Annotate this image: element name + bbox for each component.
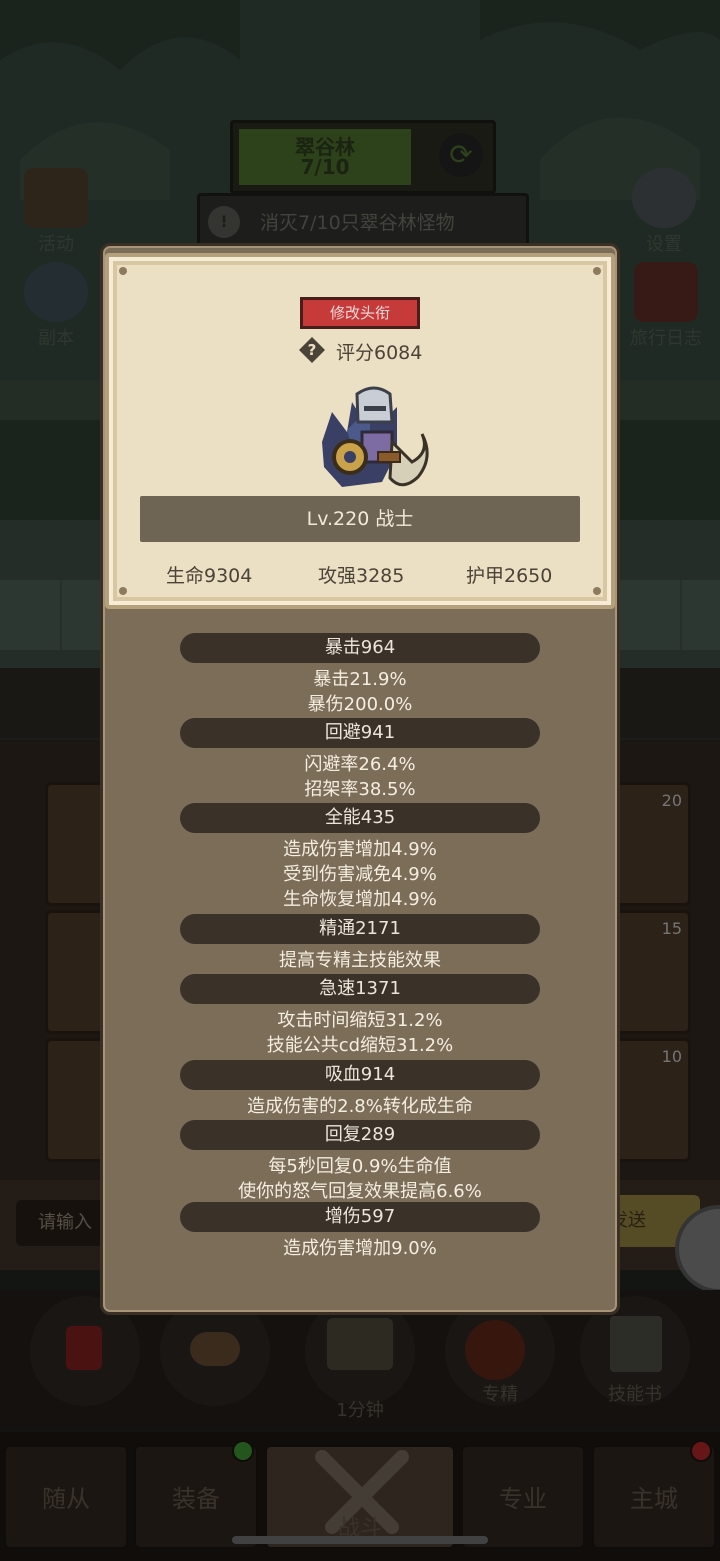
stat-detail: 每5秒回复0.9%生命值: [268, 1156, 452, 1177]
stat-group-versatility: 全能435: [180, 803, 540, 833]
warrior-avatar: [322, 386, 429, 487]
rivet: [593, 267, 601, 275]
stat-detail: 造成伤害增加4.9%: [283, 839, 437, 860]
svg-text:?: ?: [308, 341, 317, 359]
stat-detail: 暴击21.9%: [313, 669, 407, 690]
stat-detail: 使你的怒气回复效果提高6.6%: [238, 1181, 482, 1202]
stat-detail: 攻击时间缩短31.2%: [277, 1010, 443, 1031]
stat-group-avoidance: 回避941: [180, 718, 540, 748]
stat-group-mastery: 精通2171: [180, 914, 540, 944]
stat-attack-power: 攻强3285: [318, 565, 405, 587]
help-icon[interactable]: ?: [298, 336, 326, 364]
rivet: [119, 267, 127, 275]
stat-detail: 技能公共cd缩短31.2%: [266, 1035, 454, 1056]
stat-detail: 生命恢复增加4.9%: [283, 889, 437, 910]
stat-group-lifesteal: 吸血914: [180, 1060, 540, 1090]
stat-detail: 造成伤害的2.8%转化成生命: [247, 1096, 473, 1117]
stat-detail: 造成伤害增加9.0%: [283, 1238, 437, 1259]
rivet: [593, 587, 601, 595]
stat-detail: 受到伤害减免4.9%: [283, 864, 437, 885]
stat-group-haste: 急速1371: [180, 974, 540, 1004]
stat-detail: 闪避率26.4%: [304, 754, 416, 775]
stat-detail: 招架率38.5%: [304, 779, 416, 800]
score-text: 评分6084: [336, 342, 423, 364]
stat-group-regen: 回复289: [180, 1120, 540, 1150]
rename-title-button[interactable]: 修改头衔: [300, 297, 420, 329]
stat-group-damage-increase: 增伤597: [180, 1202, 540, 1232]
level-class-bar: Lv.220 战士: [140, 496, 580, 542]
stat-detail: 暴伤200.0%: [307, 694, 413, 715]
rivet: [119, 587, 127, 595]
stat-health: 生命9304: [166, 565, 253, 587]
stat-group-crit: 暴击964: [180, 633, 540, 663]
stat-detail: 提高专精主技能效果: [279, 950, 441, 971]
stat-armor: 护甲2650: [466, 565, 553, 587]
